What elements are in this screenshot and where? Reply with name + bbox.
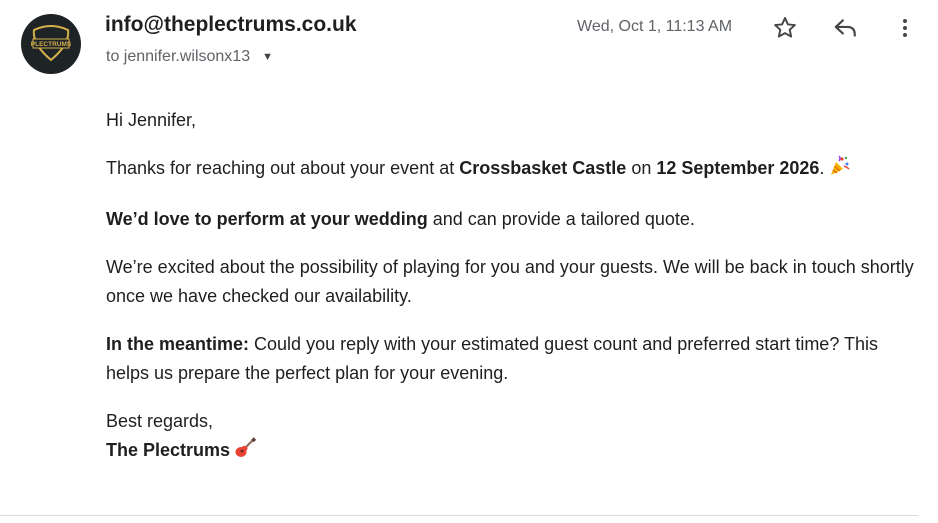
divider bbox=[0, 515, 918, 516]
paragraph-meantime: In the meantime: Could you reply with yo… bbox=[106, 330, 926, 388]
reply-icon bbox=[834, 19, 856, 37]
meantime-label: In the meantime: bbox=[106, 334, 250, 354]
guitar-icon bbox=[234, 437, 257, 468]
venue-name: Crossbasket Castle bbox=[459, 158, 627, 178]
text: Thanks for reaching out about your event… bbox=[106, 158, 460, 178]
signature-name: The Plectrums bbox=[106, 440, 231, 460]
message-body: Hi Jennifer, Thanks for reaching out abo… bbox=[106, 106, 926, 468]
sender-avatar[interactable]: PLECTRUMS bbox=[21, 14, 81, 74]
logo-text: PLECTRUMS bbox=[31, 41, 72, 48]
perform-highlight: We’d love to perform at your wedding bbox=[106, 209, 428, 229]
recipient-row: to jennifer.wilsonx13 ▼ bbox=[106, 48, 273, 66]
signature-block: Best regards, The Plectrums bbox=[106, 407, 926, 468]
paragraph-perform: We’d love to perform at your wedding and… bbox=[106, 205, 926, 234]
star-icon bbox=[774, 17, 796, 38]
paragraph-availability: We’re excited about the possibility of p… bbox=[106, 257, 914, 306]
plectrums-logo-icon: PLECTRUMS bbox=[31, 25, 72, 62]
more-vert-icon bbox=[903, 19, 907, 37]
reply-button[interactable] bbox=[825, 10, 865, 46]
recipient-label: to jennifer.wilsonx13 bbox=[106, 48, 251, 65]
text: and can provide a tailored quote. bbox=[427, 209, 695, 229]
message-date: Wed, Oct 1, 11:13 AM bbox=[577, 18, 733, 35]
signature-line: The Plectrums bbox=[106, 436, 926, 468]
more-options-button[interactable] bbox=[885, 10, 925, 46]
text: on bbox=[626, 158, 657, 178]
star-button[interactable] bbox=[765, 10, 805, 46]
text: . bbox=[819, 158, 825, 178]
party-popper-icon bbox=[828, 155, 850, 186]
greeting: Hi Jennifer, bbox=[106, 110, 197, 130]
closing: Best regards, bbox=[106, 411, 214, 431]
sender-email: info@theplectrums.co.uk bbox=[105, 13, 357, 36]
recipient-details-dropdown-icon[interactable]: ▼ bbox=[262, 51, 273, 63]
paragraph-event-details: Thanks for reaching out about your event… bbox=[106, 154, 926, 186]
event-date: 12 September 2026 bbox=[656, 158, 820, 178]
